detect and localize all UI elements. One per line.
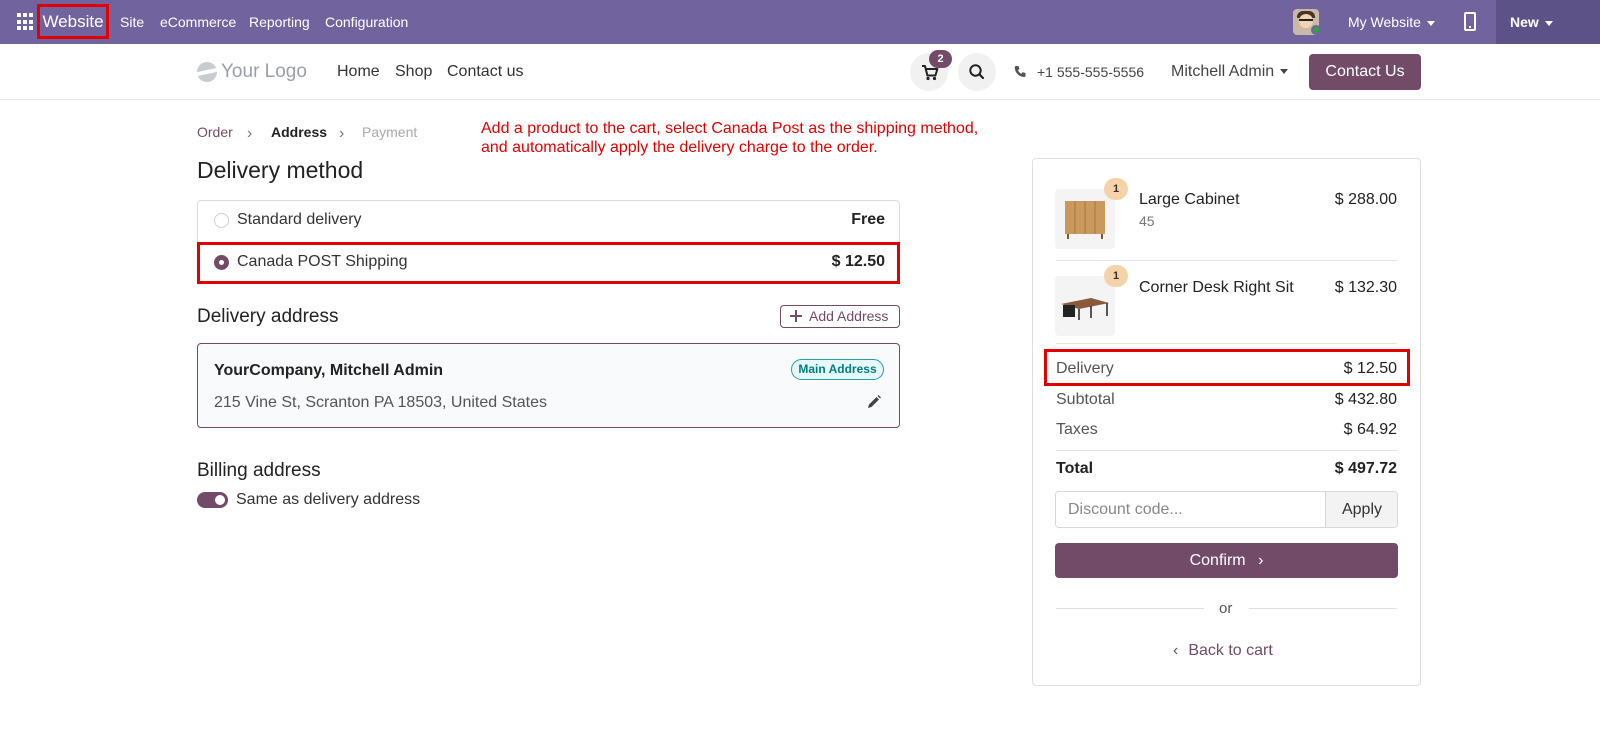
chevron-left-icon: ‹: [1173, 642, 1179, 659]
item-price: $ 132.30: [1334, 279, 1397, 296]
search-button[interactable]: [958, 53, 996, 91]
nav-shop[interactable]: Shop: [395, 44, 432, 100]
app-brand-website[interactable]: Website: [37, 4, 109, 39]
logo-mark-icon: [197, 62, 217, 82]
menu-configuration[interactable]: Configuration: [325, 0, 408, 44]
subtotal-label: Subtotal: [1056, 391, 1115, 408]
caret-down-icon: [1280, 69, 1289, 75]
logo-text: Your Logo: [221, 61, 307, 82]
breadcrumb-order[interactable]: Order: [197, 124, 233, 140]
subtotal-value: $ 432.80: [1334, 391, 1397, 408]
taxes-label: Taxes: [1056, 421, 1098, 438]
product-thumbnail: [1055, 189, 1115, 249]
item-description: 45: [1139, 213, 1155, 229]
confirm-button[interactable]: Confirm ›: [1055, 543, 1398, 578]
radio-standard-delivery[interactable]: [214, 213, 229, 228]
back-to-cart-label: Back to cart: [1188, 642, 1273, 659]
cabinet-image: [1065, 201, 1105, 239]
task-annotation: Add a product to the cart, select Canada…: [481, 119, 1041, 157]
delivery-method-title: Delivery method: [197, 157, 364, 183]
website-selector-label: My Website: [1348, 14, 1421, 30]
divider: [1056, 343, 1397, 344]
total-value: $ 497.72: [1334, 460, 1397, 477]
mobile-preview-icon[interactable]: [1464, 12, 1476, 31]
breadcrumb-address: Address: [271, 124, 328, 140]
menu-reporting[interactable]: Reporting: [249, 0, 310, 44]
delivery-option-label: Standard delivery: [237, 211, 362, 228]
main-address-badge: Main Address: [791, 359, 884, 380]
new-button[interactable]: New: [1496, 0, 1600, 44]
site-logo[interactable]: Your Logo: [197, 60, 307, 84]
confirm-label: Confirm: [1189, 552, 1246, 569]
apps-icon[interactable]: [17, 13, 35, 31]
discount-form: Apply: [1055, 491, 1398, 528]
quantity-badge: 1: [1104, 265, 1128, 287]
plus-icon: [790, 310, 802, 322]
highlight-box-shipping-method: [197, 242, 900, 284]
phone-number: +1 555-555-5556: [1037, 64, 1145, 80]
user-menu[interactable]: Mitchell Admin: [1171, 44, 1289, 100]
add-address-button[interactable]: Add Address: [780, 305, 900, 328]
item-name: Corner Desk Right Sit: [1139, 279, 1294, 296]
nav-contact-us[interactable]: Contact us: [447, 44, 523, 100]
apply-discount-button[interactable]: Apply: [1325, 492, 1397, 527]
divider: [1056, 450, 1397, 451]
annotation-line-2: and automatically apply the delivery cha…: [481, 139, 878, 156]
delivery-address-title: Delivery address: [197, 306, 339, 327]
caret-down-icon: [1426, 20, 1435, 26]
menu-ecommerce[interactable]: eCommerce: [160, 0, 236, 44]
billing-address-title: Billing address: [197, 460, 321, 481]
item-name: Large Cabinet: [1139, 191, 1240, 208]
nav-home[interactable]: Home: [337, 44, 380, 100]
cart-count-badge: 2: [929, 50, 952, 68]
taxes-value: $ 64.92: [1343, 421, 1397, 438]
contact-us-button[interactable]: Contact Us: [1309, 54, 1421, 90]
breadcrumb-payment: Payment: [362, 124, 418, 140]
phone-icon: [1014, 66, 1026, 77]
or-separator: or: [1219, 600, 1233, 617]
item-price: $ 288.00: [1334, 191, 1397, 208]
user-menu-label: Mitchell Admin: [1171, 63, 1275, 80]
address-card[interactable]: YourCompany, Mitchell Admin 215 Vine St,…: [197, 343, 900, 428]
same-address-toggle[interactable]: [197, 492, 228, 508]
search-icon: [969, 64, 985, 80]
quantity-badge: 1: [1104, 178, 1128, 200]
chevron-right-icon: ›: [339, 125, 345, 142]
desk-image: [1061, 298, 1109, 320]
address-name: YourCompany, Mitchell Admin: [214, 362, 444, 379]
online-status-dot: [1311, 25, 1321, 35]
total-label: Total: [1056, 460, 1094, 477]
phone-contact[interactable]: +1 555-555-5556: [1013, 44, 1144, 100]
product-thumbnail: [1055, 276, 1115, 336]
divider: [1249, 608, 1397, 609]
highlight-box-delivery: [1044, 349, 1410, 386]
website-header: Your Logo Home Shop Contact us 2 +1 555-…: [0, 44, 1600, 100]
website-selector[interactable]: My Website: [1348, 0, 1435, 44]
admin-top-bar: Website Site eCommerce Reporting Configu…: [0, 0, 1600, 44]
add-address-label: Add Address: [809, 308, 889, 324]
caret-down-icon: [1544, 20, 1553, 26]
discount-code-input[interactable]: [1056, 492, 1325, 527]
delivery-option-standard[interactable]: Standard delivery Free: [198, 201, 901, 241]
back-to-cart-link[interactable]: ‹ Back to cart: [1173, 642, 1273, 660]
divider: [1056, 260, 1397, 261]
address-line: 215 Vine St, Scranton PA 18503, United S…: [214, 394, 547, 411]
same-address-label[interactable]: Same as delivery address: [236, 491, 420, 509]
delivery-option-price: Free: [851, 211, 885, 228]
chevron-right-icon: ›: [1258, 552, 1264, 569]
pencil-icon[interactable]: [866, 394, 882, 410]
divider: [1056, 608, 1204, 609]
annotation-line-1: Add a product to the cart, select Canada…: [481, 120, 979, 137]
menu-site[interactable]: Site: [120, 0, 144, 44]
new-button-label: New: [1510, 14, 1539, 30]
chevron-right-icon: ›: [247, 125, 253, 142]
